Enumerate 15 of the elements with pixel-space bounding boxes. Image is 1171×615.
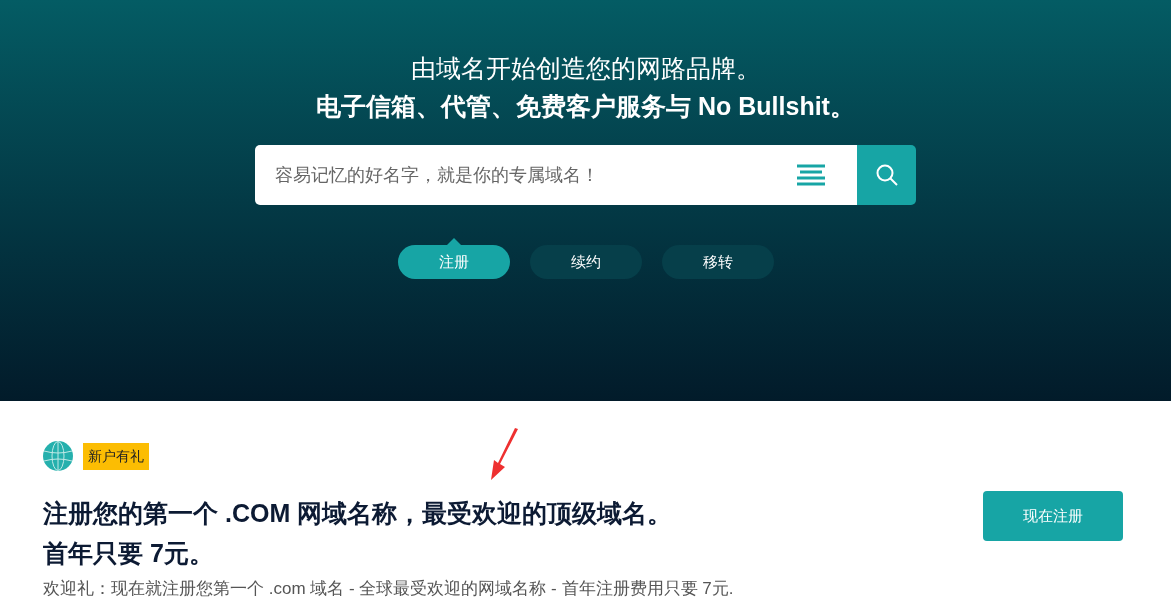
arrow-annotation [489,428,519,481]
tab[interactable]: 移转 [661,245,774,279]
new-customer-badge: 新户有礼 [83,442,149,470]
hero-subtitle: 电子信箱、代管、免费客户服务与 No Bullshit。 [316,91,855,122]
tab-pointer [446,238,461,245]
search-field[interactable]: 容易记忆的好名字，就是你的专属域名！ [255,145,857,205]
promo-heading: 注册您的第一个 .COM 网域名称，最受欢迎的顶级域名。 [43,498,674,529]
promo-heading: 首年只要 7元。 [43,538,215,569]
search-icon [874,163,899,187]
hero-title: 由域名开始创造您的网路品牌。 [410,53,761,84]
search-button[interactable] [857,145,916,205]
promo-description: 欢迎礼：现在就注册您第一个 .com 域名 - 全球最受欢迎的网域名称 - 首年注册费用只要 7元. [43,578,735,600]
globe-icon [43,441,73,471]
menu-icon[interactable] [797,164,825,186]
tab[interactable]: 续约 [529,245,642,279]
